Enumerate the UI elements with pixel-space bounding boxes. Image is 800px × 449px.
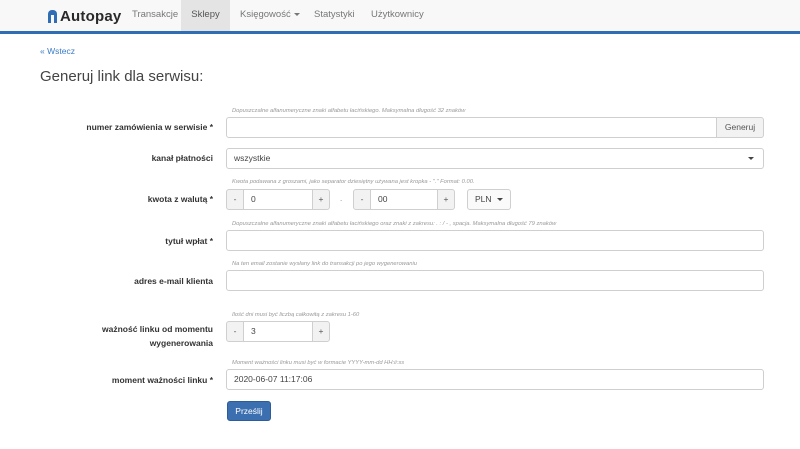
nav-item-statystyki[interactable]: Statystyki (304, 0, 365, 31)
order-number-hint: Dopuszczalne alfanumeryczne znaki alfabe… (232, 108, 466, 114)
required-mark: * (209, 122, 213, 132)
amount-fraction-decrement-button[interactable]: - (353, 189, 371, 210)
currency-select[interactable]: PLN (467, 189, 511, 210)
chevron-down-icon (497, 198, 503, 201)
order-number-label-text: numer zamówienia w serwisie (86, 122, 208, 132)
validity-increment-button[interactable]: + (312, 321, 330, 342)
title-input[interactable] (226, 230, 764, 251)
required-mark: * (209, 375, 213, 385)
validity-label-line1: ważność linku od momentu (102, 324, 213, 334)
title-label-text: tytuł wpłat (165, 236, 208, 246)
amount-fraction-input[interactable]: 00 (370, 189, 438, 210)
top-navbar: Autopay Transakcje Sklepy Księgowość Sta… (0, 0, 800, 34)
amount-label-text: kwota z walutą (147, 194, 208, 204)
amount-whole-increment-button[interactable]: + (312, 189, 330, 210)
amount-whole-input[interactable]: 0 (243, 189, 313, 210)
amount-label: kwota z walutą * (148, 194, 213, 204)
submit-button[interactable]: Prześlij (227, 401, 271, 421)
nav-item-transakcje[interactable]: Transakcje (122, 0, 188, 31)
nav-item-ksiegowosc-label: Księgowość (240, 9, 291, 20)
email-input[interactable] (226, 270, 764, 291)
nav-item-sklepy[interactable]: Sklepy (181, 0, 230, 31)
channel-label: kanał płatności (151, 153, 213, 163)
page-title: Generuj link dla serwisu: (40, 68, 204, 85)
amount-whole-decrement-button[interactable]: - (226, 189, 244, 210)
generate-button[interactable]: Generuj (716, 117, 764, 138)
nav-item-ksiegowosc[interactable]: Księgowość (230, 0, 310, 31)
email-label: adres e-mail klienta (134, 276, 213, 286)
order-number-input[interactable] (226, 117, 717, 138)
amount-fraction-increment-button[interactable]: + (437, 189, 455, 210)
order-number-label: numer zamówienia w serwisie * (86, 122, 213, 132)
required-mark: * (209, 236, 213, 246)
back-link[interactable]: « Wstecz (40, 46, 75, 56)
autopay-logo-icon (48, 9, 57, 23)
amount-hint: Kwota podawana z groszami, jako separato… (232, 179, 475, 185)
moment-label-text: moment ważności linku (111, 375, 208, 385)
channel-select[interactable]: wszystkie (226, 148, 764, 169)
title-label: tytuł wpłat * (165, 236, 213, 246)
chevron-down-icon (748, 157, 754, 160)
email-hint: Na ten email zostanie wysłany link do tr… (232, 261, 417, 267)
moment-label: moment ważności linku * (112, 375, 213, 385)
chevron-down-icon (293, 12, 300, 16)
channel-select-value: wszystkie (234, 153, 271, 163)
decimal-separator: . (340, 194, 343, 203)
nav-item-uzytkownicy[interactable]: Użytkownicy (361, 0, 434, 31)
required-mark: * (209, 194, 213, 204)
currency-select-value: PLN (475, 194, 492, 204)
moment-input[interactable]: 2020-06-07 11:17:06 (226, 369, 764, 390)
title-hint: Dopuszczalne alfanumeryczne znaki alfabe… (232, 221, 557, 227)
validity-label-line2: wygenerowania (149, 338, 213, 348)
validity-decrement-button[interactable]: - (226, 321, 244, 342)
validity-hint: Ilość dni musi być liczbą całkowitą z za… (232, 312, 360, 318)
validity-days-input[interactable]: 3 (243, 321, 313, 342)
brand-logo[interactable]: Autopay (48, 6, 121, 26)
brand-name: Autopay (60, 7, 122, 25)
moment-hint: Moment ważności linku musi być w formaci… (232, 360, 405, 366)
